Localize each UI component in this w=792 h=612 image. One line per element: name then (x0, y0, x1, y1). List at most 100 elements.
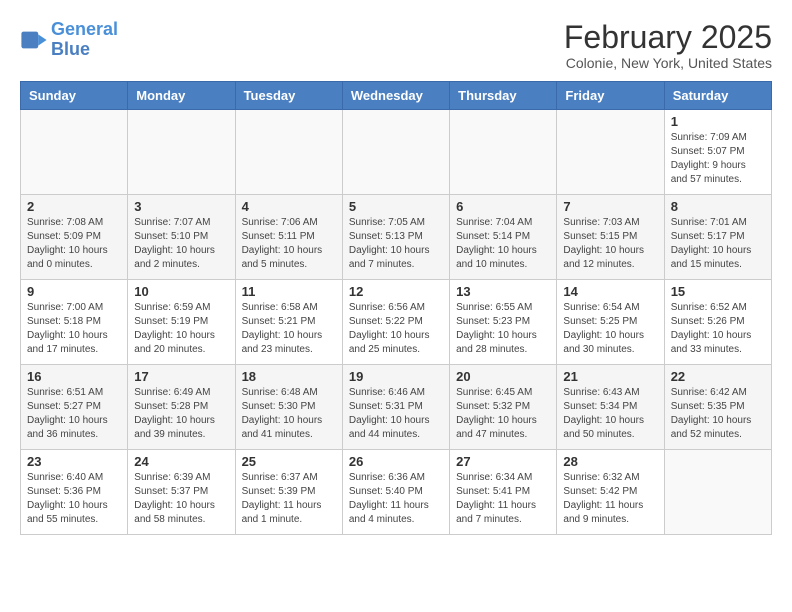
page-header: General Blue February 2025 Colonie, New … (20, 20, 772, 71)
day-number: 2 (27, 199, 121, 214)
day-info: Sunrise: 6:32 AM Sunset: 5:42 PM Dayligh… (563, 471, 657, 527)
day-number: 16 (27, 369, 121, 384)
calendar-cell: 2 Sunrise: 7:08 AM Sunset: 5:09 PM Daylig… (21, 195, 128, 280)
day-number: 15 (671, 284, 765, 299)
calendar-cell (557, 110, 664, 195)
calendar-cell: 8Sunrise: 7:01 AM Sunset: 5:17 PM Daylig… (664, 195, 771, 280)
day-number: 24 (134, 454, 228, 469)
calendar-cell (342, 110, 449, 195)
calendar-cell: 11 Sunrise: 6:58 AM Sunset: 5:21 PM Dayli… (235, 280, 342, 365)
logo-icon (20, 26, 48, 54)
day-number: 18 (242, 369, 336, 384)
calendar-cell: 26Sunrise: 6:36 AM Sunset: 5:40 PM Dayli… (342, 450, 449, 535)
calendar-cell: 16 Sunrise: 6:51 AM Sunset: 5:27 PM Dayli… (21, 365, 128, 450)
calendar-cell: 7 Sunrise: 7:03 AM Sunset: 5:15 PM Daylig… (557, 195, 664, 280)
day-info: Sunrise: 6:55 AM Sunset: 5:23 PM Dayligh… (456, 301, 550, 357)
day-info: Sunrise: 6:52 AM Sunset: 5:26 PM Dayligh… (671, 301, 765, 357)
day-info: Sunrise: 6:34 AM Sunset: 5:41 PM Dayligh… (456, 471, 550, 527)
weekday-header-monday: Monday (128, 82, 235, 110)
day-number: 20 (456, 369, 550, 384)
day-number: 22 (671, 369, 765, 384)
calendar-cell: 5 Sunrise: 7:05 AM Sunset: 5:13 PM Daylig… (342, 195, 449, 280)
calendar-cell: 19 Sunrise: 6:46 AM Sunset: 5:31 PM Dayli… (342, 365, 449, 450)
day-info: Sunrise: 7:04 AM Sunset: 5:14 PM Dayligh… (456, 216, 550, 272)
week-row-4: 23 Sunrise: 6:40 AM Sunset: 5:36 PM Dayli… (21, 450, 772, 535)
day-number: 13 (456, 284, 550, 299)
calendar-cell (128, 110, 235, 195)
day-number: 14 (563, 284, 657, 299)
day-number: 6 (456, 199, 550, 214)
calendar-cell: 3 Sunrise: 7:07 AM Sunset: 5:10 PM Daylig… (128, 195, 235, 280)
week-row-3: 16 Sunrise: 6:51 AM Sunset: 5:27 PM Dayli… (21, 365, 772, 450)
weekday-header-sunday: Sunday (21, 82, 128, 110)
calendar-cell (664, 450, 771, 535)
calendar-cell: 12 Sunrise: 6:56 AM Sunset: 5:22 PM Dayli… (342, 280, 449, 365)
calendar-cell: 21 Sunrise: 6:43 AM Sunset: 5:34 PM Dayli… (557, 365, 664, 450)
calendar-cell: 23 Sunrise: 6:40 AM Sunset: 5:36 PM Dayli… (21, 450, 128, 535)
week-row-0: 1 Sunrise: 7:09 AM Sunset: 5:07 PM Daylig… (21, 110, 772, 195)
calendar-table: SundayMondayTuesdayWednesdayThursdayFrid… (20, 81, 772, 535)
day-info: Sunrise: 6:39 AM Sunset: 5:37 PM Dayligh… (134, 471, 228, 527)
calendar-cell: 10 Sunrise: 6:59 AM Sunset: 5:19 PM Dayli… (128, 280, 235, 365)
weekday-header-friday: Friday (557, 82, 664, 110)
day-number: 28 (563, 454, 657, 469)
day-number: 8 (671, 199, 765, 214)
weekday-header-row: SundayMondayTuesdayWednesdayThursdayFrid… (21, 82, 772, 110)
day-info: Sunrise: 7:00 AM Sunset: 5:18 PM Dayligh… (27, 301, 121, 357)
calendar-cell (235, 110, 342, 195)
day-number: 23 (27, 454, 121, 469)
day-info: Sunrise: 6:54 AM Sunset: 5:25 PM Dayligh… (563, 301, 657, 357)
calendar-cell: 9 Sunrise: 7:00 AM Sunset: 5:18 PM Daylig… (21, 280, 128, 365)
day-info: Sunrise: 7:03 AM Sunset: 5:15 PM Dayligh… (563, 216, 657, 272)
day-number: 17 (134, 369, 228, 384)
day-number: 26 (349, 454, 443, 469)
weekday-header-thursday: Thursday (450, 82, 557, 110)
calendar-cell: 22 Sunrise: 6:42 AM Sunset: 5:35 PM Dayli… (664, 365, 771, 450)
calendar-cell: 15 Sunrise: 6:52 AM Sunset: 5:26 PM Dayli… (664, 280, 771, 365)
day-number: 5 (349, 199, 443, 214)
day-info: Sunrise: 7:07 AM Sunset: 5:10 PM Dayligh… (134, 216, 228, 272)
day-info: Sunrise: 6:46 AM Sunset: 5:31 PM Dayligh… (349, 386, 443, 442)
day-info: Sunrise: 6:58 AM Sunset: 5:21 PM Dayligh… (242, 301, 336, 357)
day-info: Sunrise: 6:56 AM Sunset: 5:22 PM Dayligh… (349, 301, 443, 357)
day-info: Sunrise: 6:42 AM Sunset: 5:35 PM Dayligh… (671, 386, 765, 442)
calendar-title: February 2025 (564, 20, 772, 55)
day-info: Sunrise: 7:08 AM Sunset: 5:09 PM Dayligh… (27, 216, 121, 272)
calendar-cell (21, 110, 128, 195)
title-section: February 2025 Colonie, New York, United … (564, 20, 772, 71)
day-number: 10 (134, 284, 228, 299)
day-number: 9 (27, 284, 121, 299)
day-number: 11 (242, 284, 336, 299)
calendar-cell: 18Sunrise: 6:48 AM Sunset: 5:30 PM Dayli… (235, 365, 342, 450)
day-number: 25 (242, 454, 336, 469)
logo-text: General Blue (51, 20, 118, 60)
calendar-cell: 14 Sunrise: 6:54 AM Sunset: 5:25 PM Dayli… (557, 280, 664, 365)
week-row-1: 2 Sunrise: 7:08 AM Sunset: 5:09 PM Daylig… (21, 195, 772, 280)
calendar-subtitle: Colonie, New York, United States (564, 55, 772, 71)
calendar-cell: 17 Sunrise: 6:49 AM Sunset: 5:28 PM Dayli… (128, 365, 235, 450)
day-info: Sunrise: 6:40 AM Sunset: 5:36 PM Dayligh… (27, 471, 121, 527)
calendar-cell (450, 110, 557, 195)
day-info: Sunrise: 7:06 AM Sunset: 5:11 PM Dayligh… (242, 216, 336, 272)
day-number: 1 (671, 114, 765, 129)
calendar-cell: 25 Sunrise: 6:37 AM Sunset: 5:39 PM Dayli… (235, 450, 342, 535)
day-number: 19 (349, 369, 443, 384)
day-info: Sunrise: 6:49 AM Sunset: 5:28 PM Dayligh… (134, 386, 228, 442)
day-info: Sunrise: 7:05 AM Sunset: 5:13 PM Dayligh… (349, 216, 443, 272)
calendar-cell: 1 Sunrise: 7:09 AM Sunset: 5:07 PM Daylig… (664, 110, 771, 195)
day-info: Sunrise: 7:09 AM Sunset: 5:07 PM Dayligh… (671, 131, 765, 187)
calendar-cell: 13 Sunrise: 6:55 AM Sunset: 5:23 PM Dayli… (450, 280, 557, 365)
day-number: 12 (349, 284, 443, 299)
day-number: 3 (134, 199, 228, 214)
day-info: Sunrise: 6:43 AM Sunset: 5:34 PM Dayligh… (563, 386, 657, 442)
day-number: 7 (563, 199, 657, 214)
day-number: 21 (563, 369, 657, 384)
day-info: Sunrise: 6:51 AM Sunset: 5:27 PM Dayligh… (27, 386, 121, 442)
weekday-header-wednesday: Wednesday (342, 82, 449, 110)
calendar-cell: 24 Sunrise: 6:39 AM Sunset: 5:37 PM Dayli… (128, 450, 235, 535)
day-info: Sunrise: 6:37 AM Sunset: 5:39 PM Dayligh… (242, 471, 336, 527)
calendar-cell: 6 Sunrise: 7:04 AM Sunset: 5:14 PM Daylig… (450, 195, 557, 280)
day-number: 27 (456, 454, 550, 469)
calendar-cell: 27 Sunrise: 6:34 AM Sunset: 5:41 PM Dayli… (450, 450, 557, 535)
day-info: Sunrise: 6:59 AM Sunset: 5:19 PM Dayligh… (134, 301, 228, 357)
